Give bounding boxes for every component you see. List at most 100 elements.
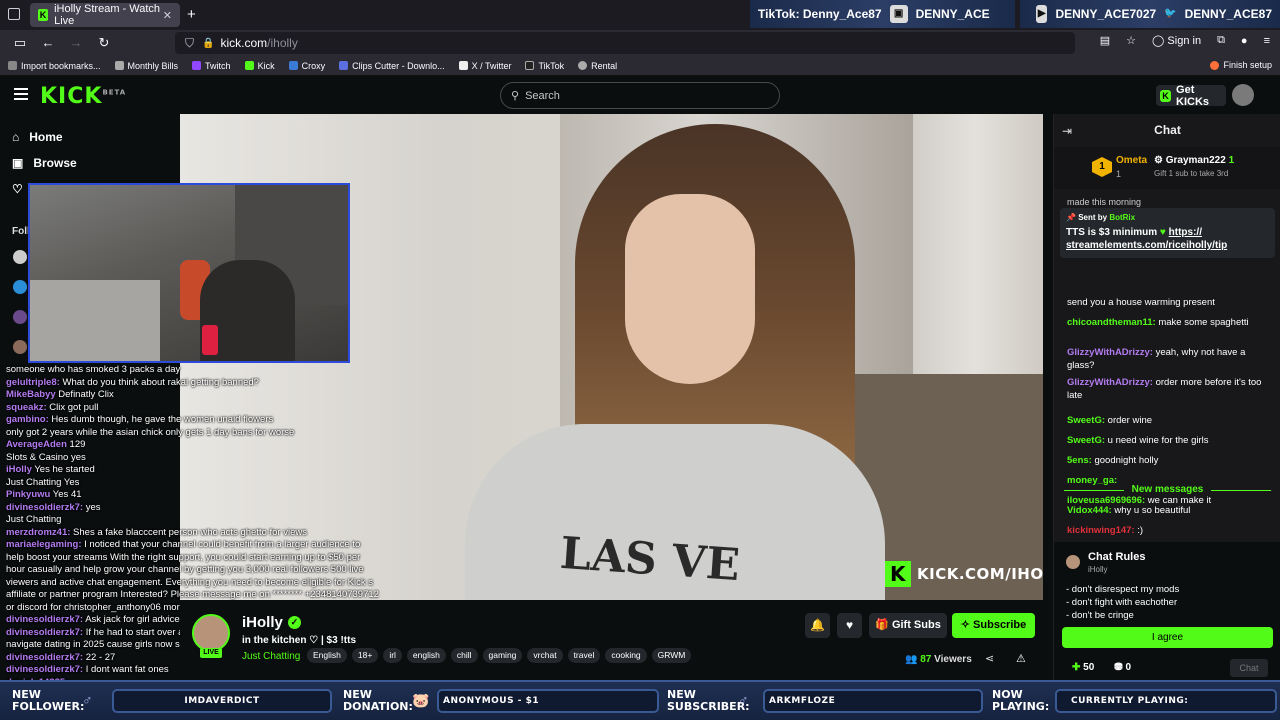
overlay-chat-username: divinesoldierzk7: <box>6 501 84 513</box>
overlay-chat-text: Just Chatting Yes <box>6 476 80 488</box>
stream-category[interactable]: Just Chatting <box>242 651 300 662</box>
channel-name[interactable]: iHolly ✓ <box>242 614 301 631</box>
report-icon[interactable]: ⚠ <box>1016 652 1026 665</box>
tab-list-icon[interactable] <box>8 8 20 20</box>
bookmark-item[interactable]: Monthly Bills <box>114 61 178 71</box>
overlay-chat-line: only got 2 years while the asian chick o… <box>6 427 446 440</box>
followed-channel-avatar[interactable] <box>13 280 27 294</box>
subscriber-icon: ♂ <box>738 692 749 708</box>
leader-1-name[interactable]: Ometa <box>1116 155 1147 166</box>
back-button[interactable]: ← <box>40 35 56 51</box>
new-follower-label: NEW FOLLOWER: <box>12 688 85 713</box>
search-input[interactable]: ⚲ Search <box>500 82 780 109</box>
channel-avatar[interactable] <box>192 614 230 652</box>
chat-username[interactable]: 5ens: <box>1067 455 1092 466</box>
bookmark-item[interactable]: X / Twitter <box>458 61 511 71</box>
chat-username[interactable]: chicoandtheman11: <box>1067 317 1156 328</box>
chat-username[interactable]: Vidox444: <box>1067 505 1112 516</box>
bookmark-item[interactable]: Import bookmarks... <box>8 61 101 71</box>
leader-2-hint: Gift 1 sub to take 3rd <box>1154 169 1229 178</box>
bookmark-item[interactable]: Twitch <box>192 61 231 71</box>
url-bar[interactable]: ⛉ 🔒 kick.com/iholly <box>175 32 1075 54</box>
new-follower-value: IMDAVERDICT <box>112 689 332 713</box>
overlay-chat-line: gambino: Hes dumb though, he gave the wo… <box>6 414 446 427</box>
gift-subs-button[interactable]: 🎁 Gift Subs <box>869 613 947 638</box>
bookmark-item[interactable]: TikTok <box>525 61 564 71</box>
reload-button[interactable]: ↻ <box>96 35 112 51</box>
share-icon[interactable]: ⋖ <box>985 652 994 665</box>
sidebar-item-browse[interactable]: ▣ Browse <box>12 156 77 170</box>
tag[interactable]: cooking <box>605 648 647 663</box>
follow-heart-button[interactable]: ♥ <box>837 613 862 638</box>
followed-channel-avatar[interactable] <box>13 340 27 354</box>
pinned-message[interactable]: 📌 Sent by BotRix TTS is $3 minimum ♥ htt… <box>1060 208 1275 258</box>
chat-username[interactable]: kickinwing147: <box>1067 525 1135 536</box>
menu-icon[interactable]: ≡ <box>1264 35 1270 47</box>
chat-username[interactable]: GlizzyWithADrizzy: <box>1067 347 1153 358</box>
chat-message: send you a house warming present <box>1067 296 1273 309</box>
followed-channel-avatar[interactable] <box>13 310 27 324</box>
bookmark-label: Kick <box>257 60 275 71</box>
chat-username[interactable]: GlizzyWithADrizzy: <box>1067 377 1153 388</box>
notification-bell-button[interactable]: 🔔 <box>805 613 830 638</box>
kick-header: KICKBETA ⚲ Search K Get KICKs <box>0 76 1280 114</box>
tag[interactable]: gaming <box>482 648 523 663</box>
chat-username[interactable]: SweetG: <box>1067 415 1105 426</box>
drops-display[interactable]: ⛃ 0 <box>1114 662 1131 673</box>
webcam-microphone <box>202 325 218 355</box>
extensions-icon[interactable]: ⧉ <box>1217 34 1225 47</box>
youtube-handle: DENNY_ACE7027 <box>1055 7 1157 21</box>
pinned-sent-by: Sent by <box>1078 213 1108 222</box>
browser-tab[interactable]: K iHolly Stream - Watch Live ✕ <box>30 3 180 27</box>
chat-text: make some spaghetti <box>1155 317 1249 328</box>
tag[interactable]: GRWM <box>651 648 692 663</box>
overlay-chat-line: hour casually and help grow your channel… <box>6 564 446 577</box>
subscribe-button[interactable]: ✧ Subscribe <box>952 613 1035 638</box>
leader-1-count: 1 <box>1116 169 1122 179</box>
user-avatar[interactable] <box>1232 84 1254 106</box>
new-tab-button[interactable]: + <box>187 6 196 23</box>
leader-2-name[interactable]: ⚙ Grayman222 1 <box>1154 155 1234 166</box>
bookmark-item[interactable]: Clips Cutter - Downlo... <box>339 61 445 71</box>
reader-view-icon[interactable]: ▤ <box>1100 34 1110 47</box>
chat-text: :) <box>1134 525 1144 536</box>
get-kicks-button[interactable]: K Get KICKs <box>1156 84 1226 108</box>
kick-favicon-icon: K <box>38 9 49 21</box>
points-display[interactable]: ✚ 50 <box>1072 662 1094 673</box>
agree-button[interactable]: I agree <box>1062 627 1273 648</box>
tag[interactable]: 18+ <box>351 648 379 663</box>
sidebar-toggle-icon[interactable]: ▭ <box>12 35 28 51</box>
bookmark-item[interactable]: Croxy <box>288 61 325 71</box>
sidebar-item-following[interactable]: ♡ <box>12 182 23 196</box>
finish-setup-button[interactable]: Finish setup <box>1210 60 1272 70</box>
chat-text: why u so beautiful <box>1111 505 1191 516</box>
overlay-chat-line: merzdromz41: Shes a fake blacccent perso… <box>6 527 446 540</box>
tag[interactable]: irl <box>383 648 402 663</box>
viewer-number: 87 <box>920 654 932 665</box>
tag[interactable]: chill <box>450 648 478 663</box>
tag[interactable]: english <box>406 648 446 663</box>
close-tab-icon[interactable]: ✕ <box>163 9 172 22</box>
forward-button[interactable]: → <box>68 35 84 51</box>
bookmark-item[interactable]: Rental <box>578 61 617 71</box>
watermark-text: KICK.COM/IHOLLY <box>917 565 1043 583</box>
firefox-icon <box>1210 60 1220 70</box>
chat-send-button[interactable]: Chat <box>1230 659 1268 677</box>
sidebar-item-home[interactable]: ⌂ Home <box>12 130 63 144</box>
finish-setup-label: Finish setup <box>1223 60 1272 70</box>
tag[interactable]: vrchat <box>527 648 563 663</box>
followed-channel-avatar[interactable] <box>13 250 27 264</box>
bookmark-star-icon[interactable]: ☆ <box>1126 34 1136 47</box>
chat-message: Vidox444: why u so beautiful <box>1067 504 1273 517</box>
hamburger-menu-icon[interactable] <box>14 88 28 100</box>
chat-username[interactable]: SweetG: <box>1067 435 1105 446</box>
sign-in-button[interactable]: ◯ Sign in <box>1152 34 1201 47</box>
twitter-icon: 🐦 <box>1164 8 1177 19</box>
overlay-chat-username: Pinkyuwu <box>6 489 51 500</box>
bookmark-item[interactable]: Kick <box>244 60 275 71</box>
twitter-handle: DENNY_ACE87 <box>1184 7 1272 21</box>
kick-logo[interactable]: KICKBETA <box>40 84 126 109</box>
extension-icon[interactable]: ● <box>1241 35 1248 47</box>
tag[interactable]: travel <box>567 648 601 663</box>
tag[interactable]: English <box>307 648 347 663</box>
